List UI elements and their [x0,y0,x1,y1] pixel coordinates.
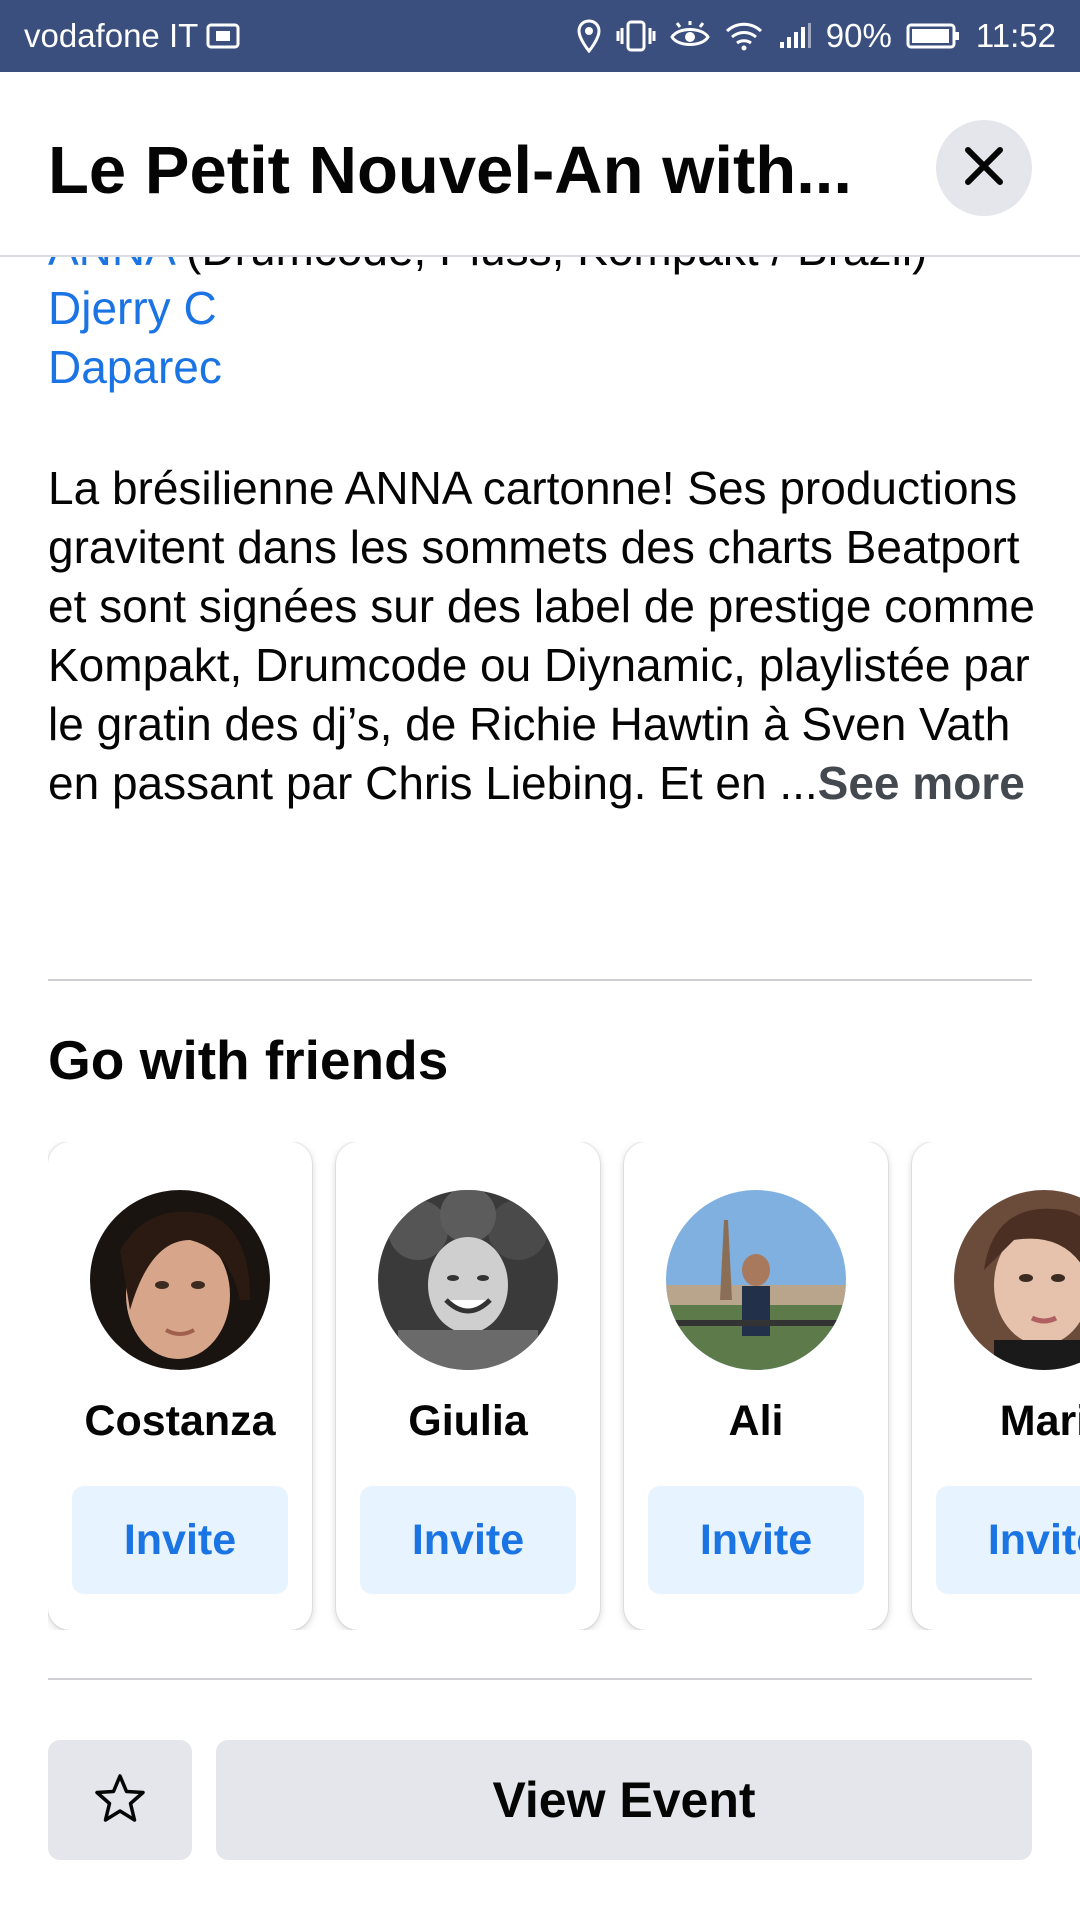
invite-button[interactable]: Invite [936,1486,1080,1594]
event-description: La brésilienne ANNA cartonne! Ses produc… [48,459,1038,813]
avatar[interactable] [954,1190,1080,1370]
wifi-icon [724,21,764,51]
location-icon [576,19,602,53]
go-with-friends-title: Go with friends [48,1029,449,1091]
divider [48,1678,1032,1680]
divider [48,979,1032,981]
friends-carousel[interactable]: Costanza Invite Giulia Invite Ali Invite… [48,1142,1080,1630]
status-bar: vodafone IT 90% 11:52 [0,0,1080,72]
invite-button[interactable]: Invite [72,1486,288,1594]
close-button[interactable] [936,120,1032,216]
friend-name: Ali [728,1397,784,1445]
signal-icon [778,22,812,50]
sim-card-icon [206,22,240,50]
artist-link-djerry[interactable]: Djerry C [48,279,1048,338]
artist-link-daparec[interactable]: Daparec [48,338,1048,397]
invite-button[interactable]: Invite [648,1486,864,1594]
avatar[interactable] [378,1190,558,1370]
view-event-button[interactable]: View Event [216,1740,1032,1860]
header: Le Petit Nouvel-An with... [0,72,1080,257]
page-title: Le Petit Nouvel-An with... [48,134,853,208]
battery-icon [906,22,962,50]
friend-name: Giulia [408,1397,528,1445]
friend-name: Mari [999,1397,1080,1445]
battery-percent: 90% [825,17,892,54]
friend-name: Costanza [84,1397,276,1445]
close-icon [962,144,1006,193]
avatar[interactable] [666,1190,846,1370]
vibrate-icon [616,19,656,53]
friend-card: Giulia Invite [336,1142,600,1630]
clock: 11:52 [975,17,1056,54]
friend-card: Costanza Invite [48,1142,312,1630]
eye-icon [670,21,710,51]
interested-star-button[interactable] [48,1740,192,1860]
carrier-label: vodafone IT [24,17,199,54]
invite-button[interactable]: Invite [360,1486,576,1594]
avatar[interactable] [90,1190,270,1370]
friend-card: Ali Invite [624,1142,888,1630]
friend-card: Mari Invite [912,1142,1080,1630]
star-icon [94,1773,146,1828]
see-more-link[interactable]: See more [818,757,1025,809]
